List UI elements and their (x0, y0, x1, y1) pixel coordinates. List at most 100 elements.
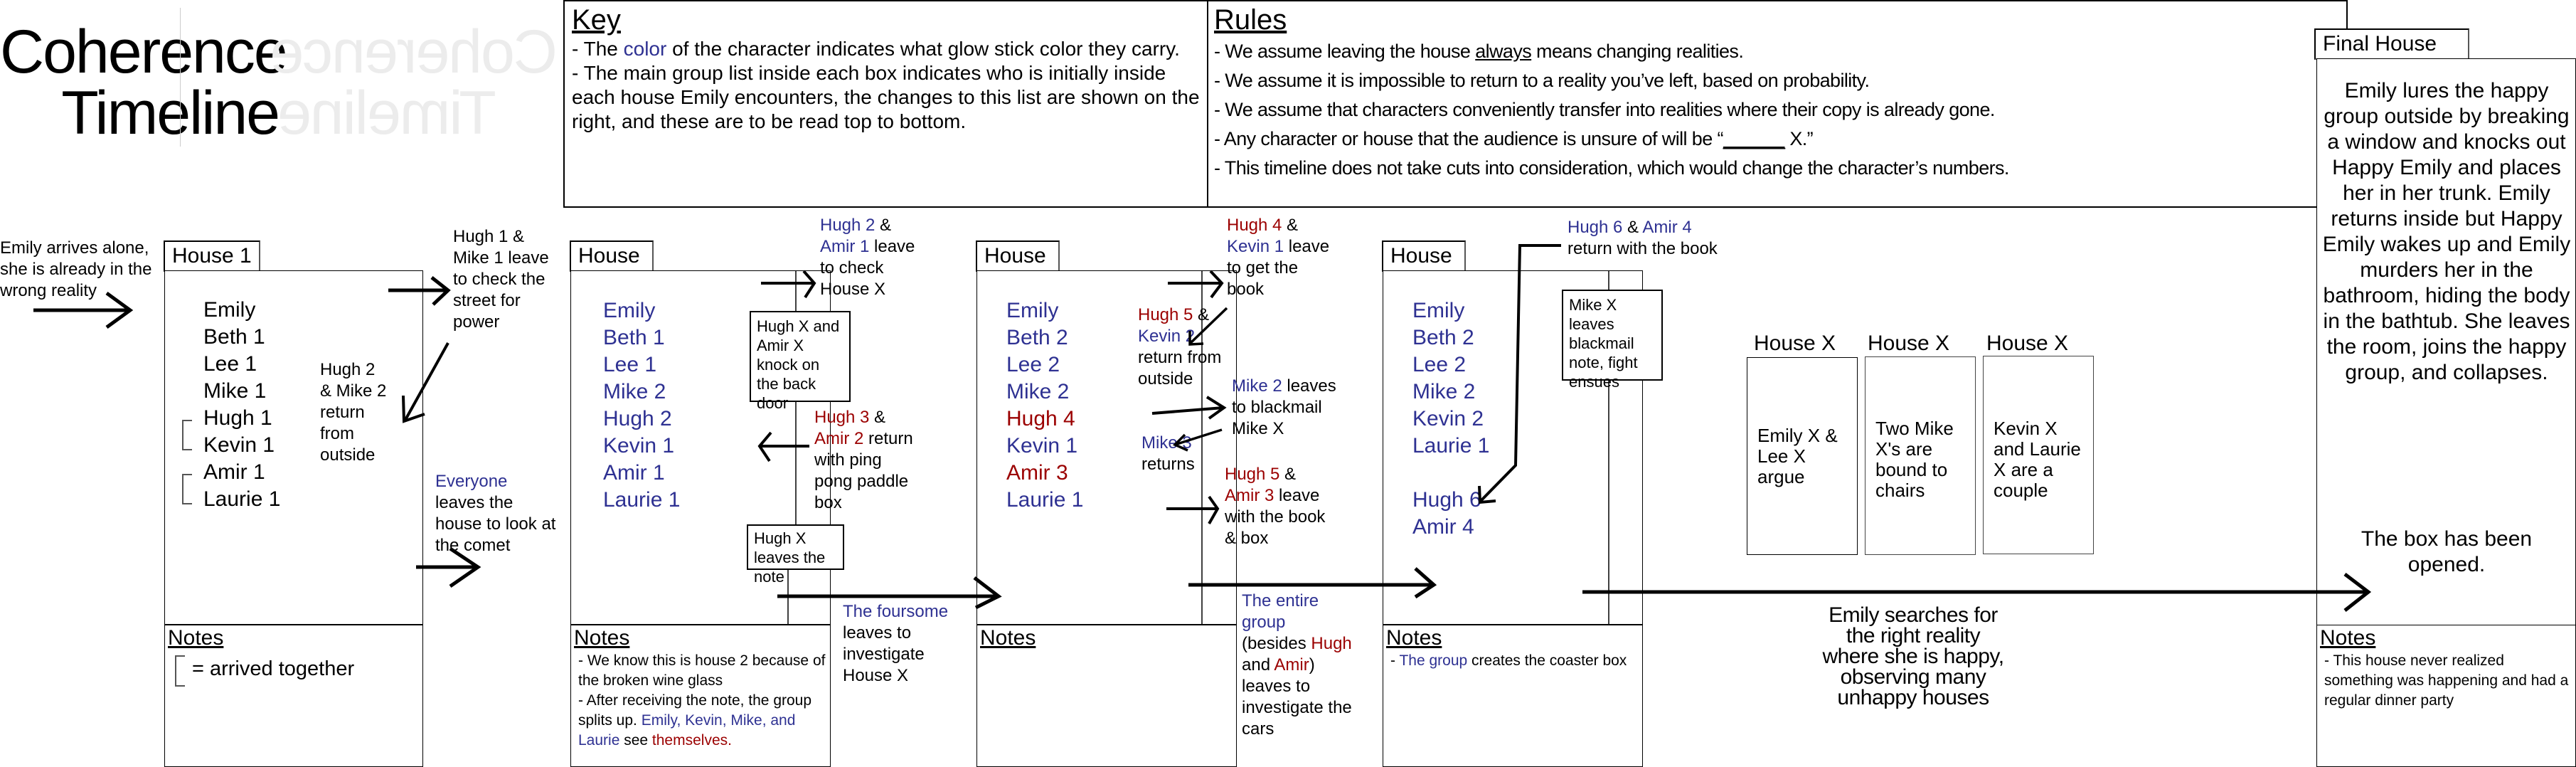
ev-name: Mike 2 (1232, 376, 1282, 396)
member: Kevin 2 (1412, 407, 1484, 430)
rule-emphasis: always (1475, 41, 1532, 62)
house3-notes-title: Notes (980, 626, 1036, 650)
rule-text: - We assume leaving the house (1214, 41, 1476, 62)
ev-text: return from outside (1138, 348, 1222, 388)
rules-panel: Rules - We assume leaving the house alwa… (1207, 0, 2348, 208)
house4-notes: Notes - The group creates the coaster bo… (1383, 625, 1643, 767)
member: Lee 2 (1006, 353, 1060, 376)
member: Laurie 1 (603, 488, 681, 512)
member: Kevin 1 (1006, 434, 1078, 457)
housex-1-text: Emily X & Lee X argue (1757, 425, 1838, 487)
member: Emily (203, 298, 256, 322)
house3-event-4: Mike 3 returns (1141, 433, 1213, 475)
rule-text: - Any character or house that the audien… (1214, 128, 1724, 149)
member: Kevin 1 (603, 434, 675, 457)
transition3-text-part: and (1242, 655, 1274, 675)
ev-name: Hugh 4 (1227, 216, 1282, 235)
title-mirror-line-2: Timeline (279, 79, 496, 147)
search-text: Emily searches for the right reality whe… (1822, 603, 2004, 709)
house4-members: Emily Beth 2 Lee 2 Mike 2 Kevin 2 Laurie… (1412, 297, 1489, 541)
member: Mike 2 (1412, 380, 1476, 403)
transition3-text: The entire group (besides Hugh and Amir)… (1242, 591, 1366, 740)
title-line-1: Coherence (0, 18, 288, 86)
house2-note-1: - We know this is house 2 because of the… (578, 652, 826, 689)
member: Emily (1412, 299, 1465, 322)
member: Hugh 6 (1412, 488, 1481, 512)
member: Lee 1 (203, 352, 257, 376)
ev-name: Mike 3 (1141, 433, 1192, 453)
rule-text: X.” (1784, 128, 1814, 149)
member: Emily (603, 299, 656, 322)
member: Kevin 1 (203, 433, 275, 457)
house1-notes-title: Notes (168, 626, 224, 650)
ev-name: Hugh 5 (1225, 465, 1280, 484)
key-text: - The (572, 38, 624, 60)
final-house-ending: The box has been opened. (2361, 527, 2533, 576)
member: Beth 1 (203, 325, 265, 349)
member: Mike 2 (1006, 380, 1070, 403)
house2-event-in: Hugh 3 & Amir 2 return with ping pong pa… (814, 407, 921, 514)
key-item-color: - The color of the character indicates w… (572, 37, 1201, 61)
transition2-text: The foursome leaves to investigate House… (843, 601, 960, 687)
transition3-text-part: (besides (1242, 634, 1311, 653)
ev-text: & (1282, 216, 1299, 235)
member: Beth 2 (1006, 326, 1068, 349)
transition1-rest: leaves the house to look at the comet (435, 493, 556, 555)
house4-mike-box: Mike X leaves blackmail note, fight ensu… (1562, 290, 1663, 391)
final-house-note: - This house never realized something wa… (2324, 652, 2569, 709)
member: Amir 4 (1412, 515, 1474, 539)
transition2-who: The foursome (843, 602, 949, 621)
ev-text: return with the book (1568, 239, 1718, 258)
transition3-who: The entire group (1242, 591, 1319, 632)
rule-4: - Any character or house that the audien… (1214, 125, 2341, 154)
house4-event-1: Hugh 6 & Amir 4 return with the book (1568, 217, 1731, 260)
final-house-notes: Notes - This house never realized someth… (2316, 625, 2576, 767)
key-heading: Key (572, 4, 621, 36)
member: Lee 2 (1412, 353, 1467, 376)
rule-3: - We assume that characters conveniently… (1214, 99, 1995, 120)
house2-event-out: Hugh 2 & Amir 1 leave to check House X (820, 215, 927, 300)
rule-blank: ______ (1723, 128, 1785, 149)
ev-name: Hugh 5 (1138, 305, 1193, 324)
rule-text: means changing realities. (1531, 41, 1744, 62)
member: Emily (1006, 299, 1059, 322)
house3-members: Emily Beth 2 Lee 2 Mike 2 Hugh 4 Kevin 1… (1006, 297, 1083, 514)
housex-2-text: Two Mike X's are bound to chairs (1875, 418, 1954, 501)
house3-label: House 3 (976, 240, 1060, 296)
ev-name: Amir 1 (820, 237, 870, 256)
ev-name: Hugh 3 (814, 408, 870, 427)
member: Laurie 1 (1412, 434, 1490, 457)
key-color-word: color (623, 38, 667, 60)
house2-note-2: - After receiving the note, the group sp… (574, 691, 827, 751)
ev-name: Kevin 2 (1138, 327, 1196, 346)
house2-notes: Notes - We know this is house 2 because … (570, 625, 831, 767)
ev-name: Kevin 1 (1227, 237, 1284, 256)
member: Hugh 4 (1006, 407, 1075, 430)
ev-name: Hugh 2 (820, 216, 875, 235)
member: Beth 1 (603, 326, 665, 349)
transition3-hugh: Hugh (1311, 634, 1352, 653)
legend-bracket-icon (175, 655, 185, 687)
note-dash: - (1390, 652, 1400, 669)
final-house-story: Emily lures the happy group outside by b… (2322, 79, 2571, 384)
member: Beth 2 (1412, 326, 1474, 349)
member: Lee 1 (603, 353, 657, 376)
housex-3-label: House X (1986, 332, 2069, 355)
housex-1-label: House X (1754, 332, 1836, 355)
key-item-list: - The main group list inside each box in… (572, 62, 1200, 132)
house3-event-5: Hugh 5 & Amir 3 leave with the book & bo… (1225, 464, 1331, 549)
member: Laurie 1 (1006, 488, 1084, 512)
ev-name: Amir 3 (1225, 486, 1274, 505)
intro-text: Emily arrives alone, she is already in t… (0, 238, 152, 300)
house1-event-out: Hugh 1 & Mike 1 leave to check the stree… (453, 227, 549, 332)
page-title: Coherence Timeline (0, 18, 288, 144)
ev-name: Amir 4 (1642, 218, 1692, 237)
note-who: The group (1399, 652, 1468, 669)
house1-label: House 1 (164, 240, 260, 272)
member: Mike 2 (603, 380, 666, 403)
transition1-text: Everyone leaves the house to look at the… (435, 471, 556, 556)
house2-members: Emily Beth 1 Lee 1 Mike 2 Hugh 2 Kevin 1… (603, 297, 680, 514)
ev-name: Hugh 6 (1568, 218, 1623, 237)
member: Laurie 1 (203, 487, 281, 511)
